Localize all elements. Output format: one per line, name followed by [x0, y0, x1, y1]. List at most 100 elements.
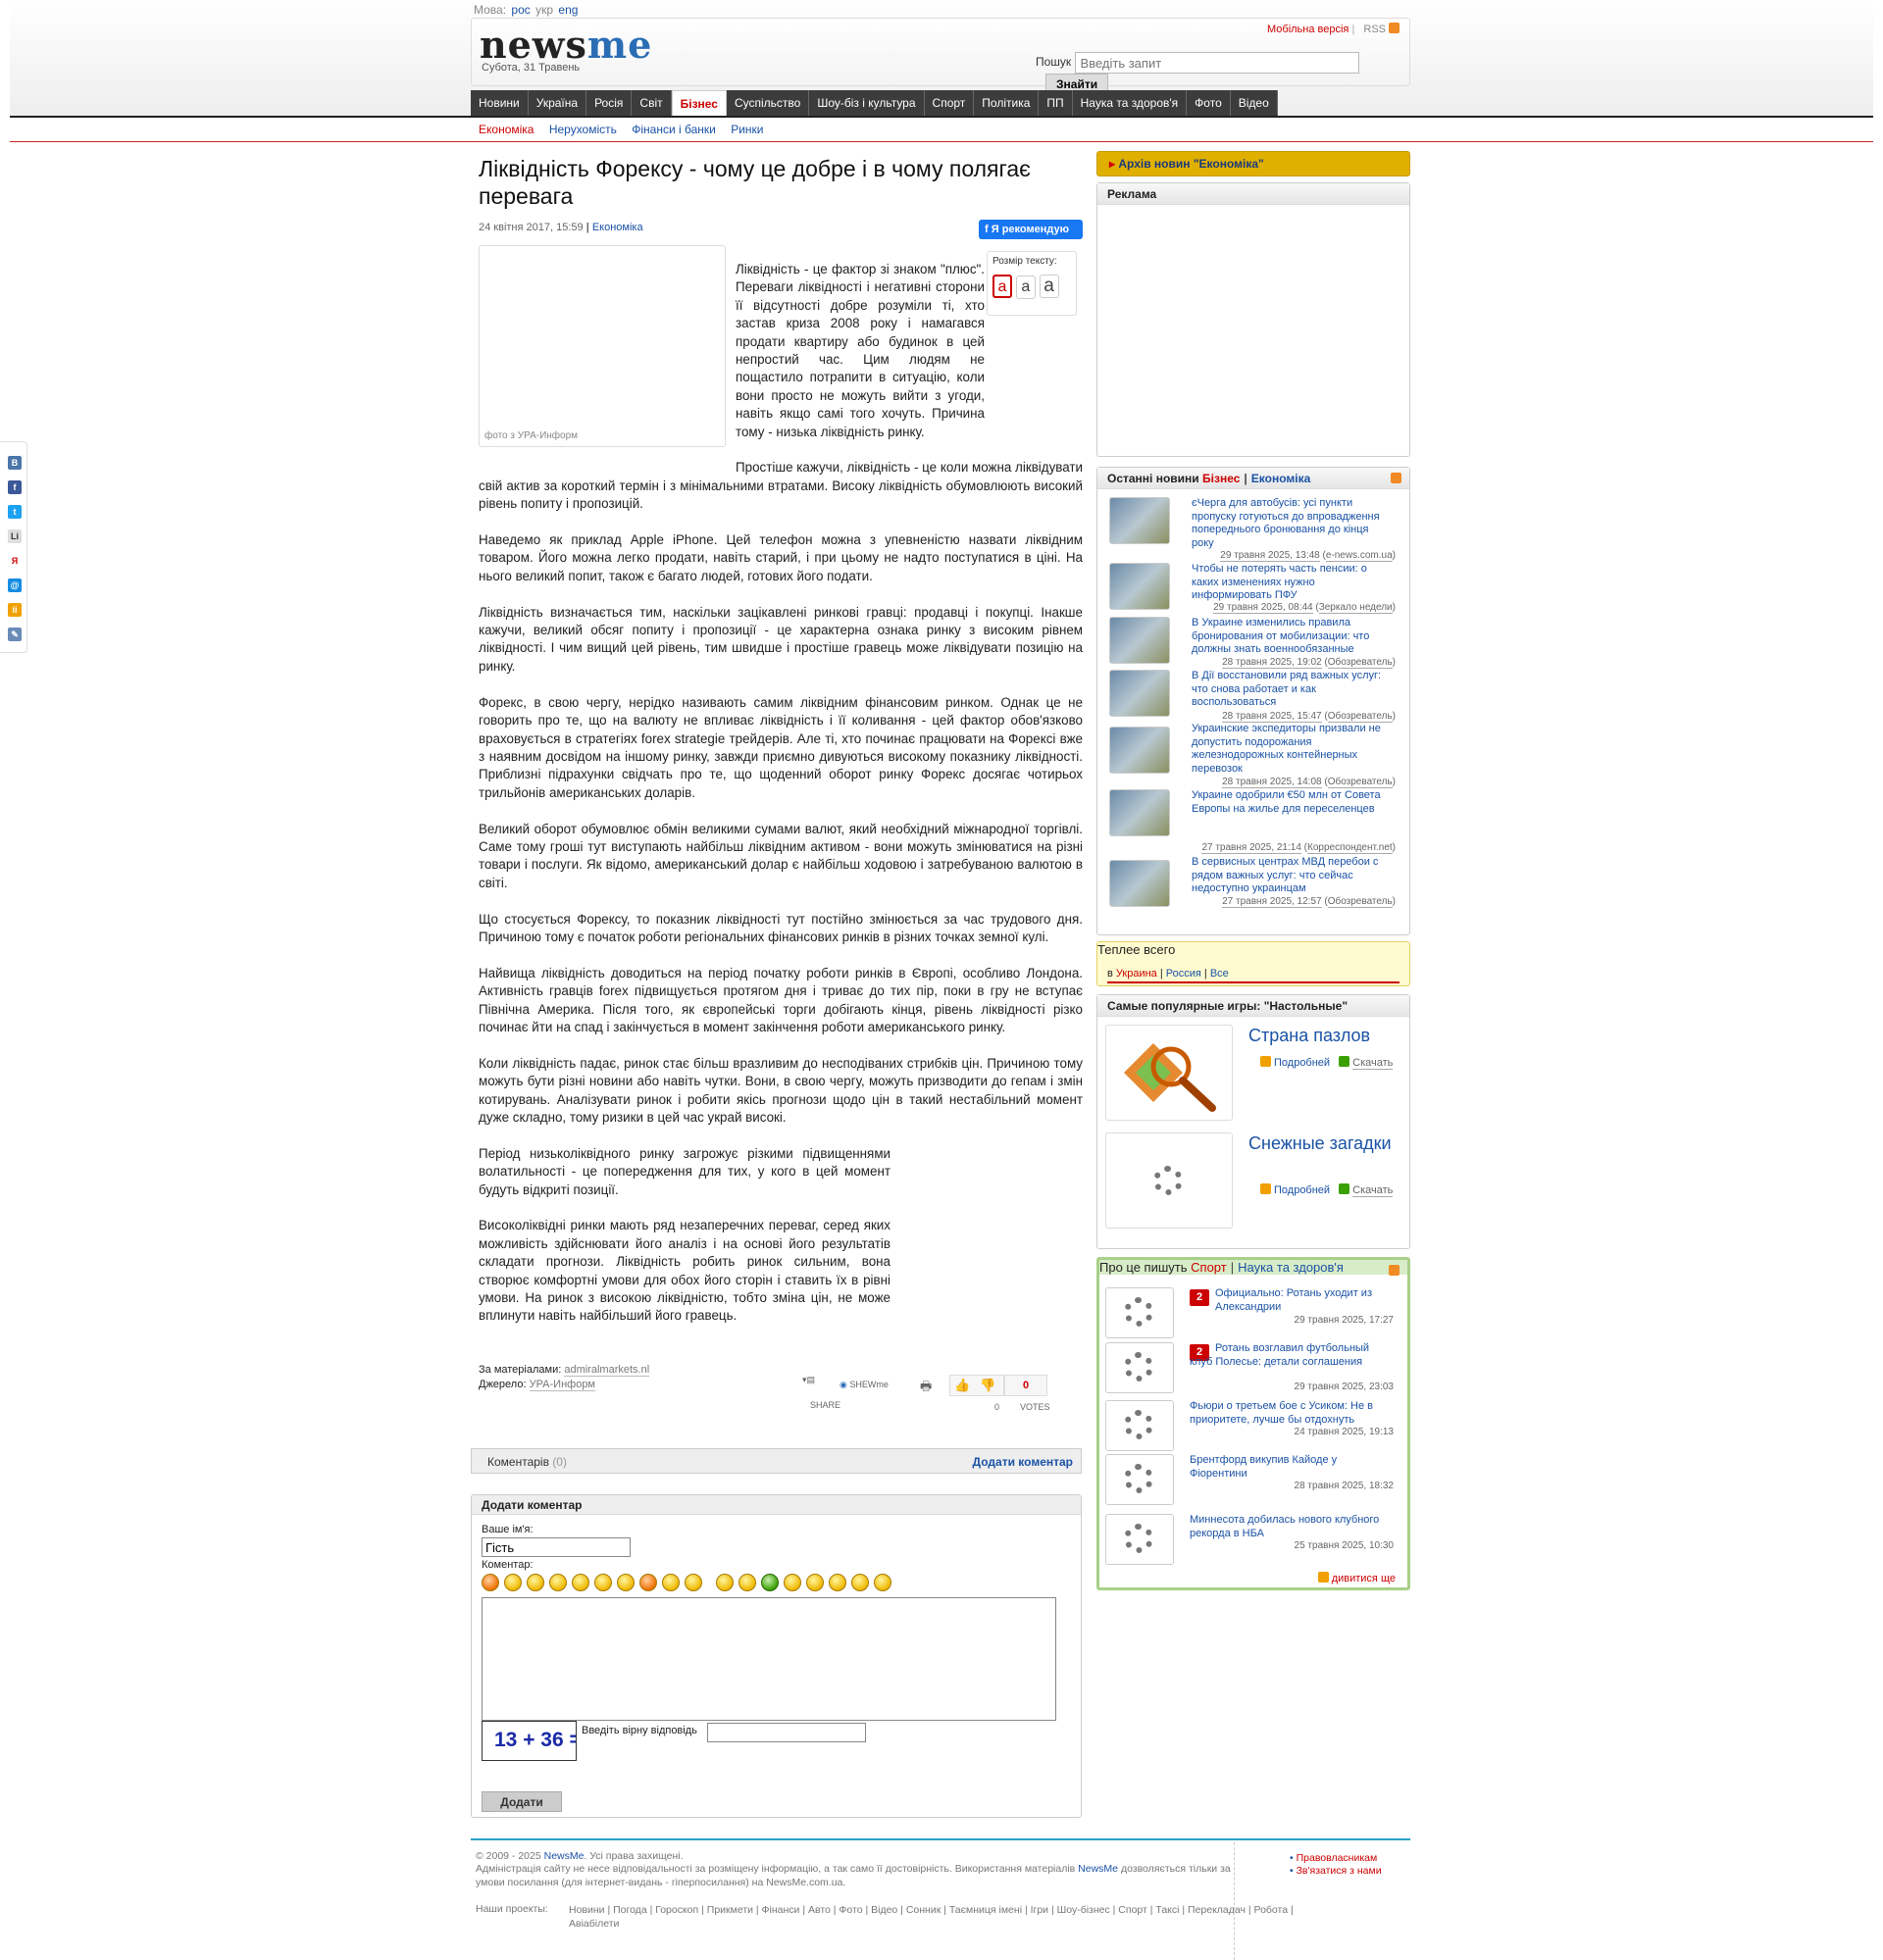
hot-link-russia[interactable]: Россия: [1166, 968, 1201, 980]
game-image[interactable]: [1105, 1025, 1233, 1121]
contact-link[interactable]: Зв'язатися з нами: [1290, 1865, 1382, 1878]
search-input[interactable]: [1074, 52, 1359, 74]
nav-politics[interactable]: Політика: [974, 90, 1040, 116]
article-date: 24 квітня 2017, 15:59: [479, 222, 584, 233]
liveinternet-icon[interactable]: Li: [8, 529, 22, 543]
smiley-icon[interactable]: [482, 1574, 499, 1591]
bookmark-icon[interactable]: ✎: [8, 628, 22, 641]
hot-link-ukraine[interactable]: Украина: [1116, 968, 1157, 980]
nav-society[interactable]: Суспільство: [726, 90, 810, 116]
smiley-icon[interactable]: [716, 1574, 734, 1591]
vk-icon[interactable]: В: [8, 456, 22, 470]
nav-photo[interactable]: Фото: [1187, 90, 1231, 116]
subnav-realty[interactable]: Нерухомість: [549, 123, 617, 136]
smiley-icon[interactable]: [662, 1574, 680, 1591]
archive-link[interactable]: Архів новин "Економіка": [1096, 151, 1410, 176]
rss-icon[interactable]: [1389, 1265, 1400, 1276]
rss-icon[interactable]: [1391, 473, 1401, 483]
origin-link[interactable]: УРА-Информ: [529, 1379, 595, 1391]
game-title[interactable]: Снежные загадки: [1248, 1132, 1396, 1154]
nav-showbiz[interactable]: Шоу-біз і культура: [809, 90, 925, 116]
thumb-up-icon[interactable]: 👍: [954, 1378, 970, 1393]
top-links: Мобільна версія | RSS: [1267, 23, 1400, 35]
subnav-markets[interactable]: Ринки: [731, 123, 763, 136]
footer-site-link[interactable]: NewsMe: [544, 1850, 585, 1862]
lang-ru[interactable]: рос: [511, 3, 530, 17]
lang-en[interactable]: eng: [558, 3, 578, 17]
rss-icon[interactable]: [1389, 23, 1400, 33]
smiley-icon[interactable]: [594, 1574, 612, 1591]
smiley-icon[interactable]: [504, 1574, 522, 1591]
smiley-icon[interactable]: [851, 1574, 869, 1591]
captcha-image: 13 + 36 =: [482, 1721, 577, 1761]
smiley-icon[interactable]: [874, 1574, 891, 1591]
social-share-bar: В f t Li Я @ ii ✎: [0, 441, 27, 653]
smiley-icon[interactable]: [784, 1574, 801, 1591]
article-category[interactable]: Економіка: [592, 222, 643, 233]
nav-world[interactable]: Світ: [632, 90, 672, 116]
game-download-link[interactable]: Скачать: [1352, 1184, 1394, 1197]
tab-business[interactable]: Бізнес: [1202, 472, 1240, 485]
mobile-version-link[interactable]: Мобільна версія: [1267, 24, 1349, 35]
tab-sport[interactable]: Спорт: [1191, 1260, 1227, 1275]
tab-science[interactable]: Наука та здоров'я: [1238, 1260, 1344, 1275]
share-button[interactable]: ▾▤ SHARE: [802, 1375, 840, 1410]
ad-widget: Реклама: [1096, 182, 1410, 457]
nav-sport[interactable]: Спорт: [924, 90, 975, 116]
smiley-icon[interactable]: [685, 1574, 702, 1591]
game-title[interactable]: Страна пазлов: [1248, 1025, 1396, 1046]
lang-uk[interactable]: укр: [535, 3, 553, 17]
loading-spinner-icon: [1124, 1352, 1153, 1382]
facebook-icon[interactable]: f: [8, 480, 22, 494]
nav-science[interactable]: Наука та здоров'я: [1072, 90, 1188, 116]
more-icon: [1317, 1572, 1329, 1583]
facebook-recommend-button[interactable]: f Я рекомендую: [979, 220, 1083, 239]
subnav-economy[interactable]: Економіка: [479, 123, 534, 136]
see-more-link[interactable]: дивитися ще: [1317, 1572, 1396, 1584]
nav-video[interactable]: Відео: [1230, 90, 1278, 116]
subnav-finance[interactable]: Фінанси і банки: [632, 123, 716, 136]
nav-news[interactable]: Новини: [471, 90, 529, 116]
game-details-link[interactable]: Подробней: [1274, 1057, 1330, 1069]
nav-pp[interactable]: ПП: [1039, 90, 1073, 116]
twitter-icon[interactable]: t: [8, 505, 22, 519]
smiley-bar: [482, 1574, 896, 1594]
smiley-icon[interactable]: [549, 1574, 567, 1591]
projects-links[interactable]: Новини | Погода | Гороскоп | Прикмети | …: [569, 1903, 1314, 1931]
source-link[interactable]: admiralmarkets.nl: [564, 1364, 650, 1377]
smiley-icon[interactable]: [617, 1574, 635, 1591]
loading-spinner-icon: [1124, 1297, 1153, 1327]
nav-russia[interactable]: Росія: [586, 90, 633, 116]
yandex-icon[interactable]: Я: [8, 554, 22, 568]
smiley-icon[interactable]: [829, 1574, 846, 1591]
name-input[interactable]: [482, 1537, 631, 1557]
tab-economy[interactable]: Економіка: [1251, 472, 1311, 485]
smiley-icon[interactable]: [761, 1574, 779, 1591]
print-button[interactable]: 🖶: [920, 1375, 940, 1396]
thumb-down-icon[interactable]: 👎: [980, 1378, 995, 1393]
game-download-link[interactable]: Скачать: [1352, 1057, 1394, 1070]
game-details-link[interactable]: Подробней: [1274, 1184, 1330, 1196]
latest-news-header: Останні новини Бізнес | Економіка: [1097, 468, 1409, 489]
smiley-icon[interactable]: [639, 1574, 657, 1591]
hot-link-all[interactable]: Все: [1210, 968, 1229, 980]
shewme-button[interactable]: ◉ SHEWme: [840, 1375, 908, 1396]
smiley-icon[interactable]: [572, 1574, 589, 1591]
nav-ukraine[interactable]: Україна: [528, 90, 587, 116]
paragraph: Ліквідність визначається тим, наскільки …: [479, 604, 1083, 674]
add-comment-link[interactable]: Додати коментар: [973, 1455, 1073, 1469]
about-thumbnail: [1105, 1287, 1174, 1338]
smiley-icon[interactable]: [527, 1574, 544, 1591]
site-logo[interactable]: newsme: [480, 23, 652, 67]
smiley-icon[interactable]: [806, 1574, 824, 1591]
captcha-input[interactable]: [707, 1723, 866, 1742]
smiley-icon[interactable]: [738, 1574, 756, 1591]
rss-link[interactable]: RSS: [1363, 24, 1386, 35]
submit-comment-button[interactable]: Додати: [482, 1791, 562, 1812]
odnoklassniki-icon[interactable]: ii: [8, 603, 22, 617]
rights-holders-link[interactable]: Правовласникам: [1290, 1852, 1382, 1865]
mailru-icon[interactable]: @: [8, 578, 22, 592]
comment-textarea[interactable]: [482, 1597, 1056, 1721]
game-image[interactable]: [1105, 1132, 1233, 1229]
nav-business[interactable]: Бізнес: [671, 90, 727, 116]
